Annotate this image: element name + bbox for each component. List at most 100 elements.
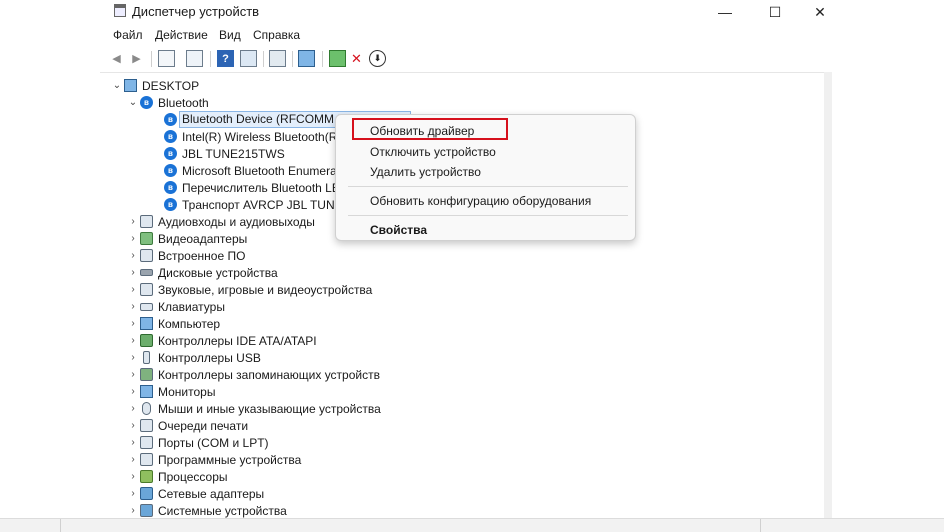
- chevron-right-icon[interactable]: ›: [126, 383, 140, 400]
- tree-item-label: Контроллеры запоминающих устройств: [158, 367, 380, 382]
- add-driver-icon[interactable]: [329, 50, 346, 67]
- menu-item-scan-hardware[interactable]: Обновить конфигурацию оборудования: [370, 194, 591, 208]
- monitor-icon[interactable]: [298, 50, 315, 67]
- chevron-right-icon[interactable]: ›: [126, 434, 140, 451]
- chevron-down-icon[interactable]: ⌄: [110, 77, 124, 94]
- tree-item-software-devices[interactable]: › Программные устройства: [126, 451, 301, 468]
- tree-item-disk-drives[interactable]: › Дисковые устройства: [126, 264, 278, 281]
- software-device-icon: [140, 453, 153, 466]
- chevron-right-icon[interactable]: ›: [126, 230, 140, 247]
- device-view-icon[interactable]: [186, 50, 203, 67]
- tree-item-ide-controllers[interactable]: › Контроллеры IDE ATA/ATAPI: [126, 332, 316, 349]
- firmware-icon: [140, 249, 153, 262]
- mouse-icon: [142, 402, 151, 415]
- tree-item-le-enumerator[interactable]: ʙ Перечислитель Bluetooth LE: [164, 179, 340, 196]
- tree-item-label: Аудиовходы и аудиовыходы: [158, 214, 315, 229]
- disk-drive-icon: [140, 269, 153, 276]
- tree-item-label: Компьютер: [158, 316, 221, 331]
- tree-item-sound-devices[interactable]: › Звуковые, игровые и видеоустройства: [126, 281, 372, 298]
- menu-help[interactable]: Справка: [253, 28, 300, 42]
- tree-item-monitors[interactable]: › Мониторы: [126, 383, 215, 400]
- title-bar: Диспетчер устройств — ☐ ✕: [0, 0, 944, 24]
- computer-icon: [140, 317, 153, 330]
- tree-item-processors[interactable]: › Процессоры: [126, 468, 228, 485]
- tree-item-label: Системные устройства: [158, 503, 287, 518]
- tree-item-computer[interactable]: › Компьютер: [126, 315, 220, 332]
- tree-item-label: Сетевые адаптеры: [158, 486, 265, 501]
- properties-icon[interactable]: [158, 50, 175, 67]
- printer-icon: [140, 419, 153, 432]
- tree-item-system-devices[interactable]: › Системные устройства: [126, 502, 287, 519]
- tree-item-audio-io[interactable]: › Аудиовходы и аудиовыходы: [126, 213, 315, 230]
- tree-item-display-adapters[interactable]: › Видеоадаптеры: [126, 230, 247, 247]
- bluetooth-icon: ʙ: [164, 113, 177, 126]
- chevron-right-icon[interactable]: ›: [126, 315, 140, 332]
- tree-item-label: Мониторы: [158, 384, 216, 399]
- chevron-right-icon[interactable]: ›: [126, 468, 140, 485]
- tree-item-label: Процессоры: [158, 469, 228, 484]
- bluetooth-icon: ʙ: [164, 164, 177, 177]
- status-divider: [60, 519, 61, 532]
- scan-hardware-icon[interactable]: [269, 50, 286, 67]
- forward-arrow-icon[interactable]: ▶: [128, 50, 145, 67]
- menu-separator: [348, 215, 628, 216]
- chevron-right-icon[interactable]: ›: [126, 485, 140, 502]
- tree-item-usb-controllers[interactable]: › Контроллеры USB: [126, 349, 261, 366]
- tree-root[interactable]: ⌄ DESKTOP: [110, 77, 199, 94]
- bluetooth-icon: ʙ: [164, 147, 177, 160]
- chevron-right-icon[interactable]: ›: [126, 298, 140, 315]
- chevron-right-icon[interactable]: ›: [126, 502, 140, 519]
- tree-item-storage-controllers[interactable]: › Контроллеры запоминающих устройств: [126, 366, 380, 383]
- tree-item-ms-enumerator[interactable]: ʙ Microsoft Bluetooth Enumerator: [164, 162, 351, 179]
- tree-item-print-queues[interactable]: › Очереди печати: [126, 417, 248, 434]
- tree-item-intel-bluetooth[interactable]: ʙ Intel(R) Wireless Bluetooth(R): [164, 128, 341, 145]
- back-arrow-icon[interactable]: ◀: [108, 50, 125, 67]
- remove-icon[interactable]: ✕: [348, 50, 365, 67]
- chevron-right-icon[interactable]: ›: [126, 281, 140, 298]
- tree-item-network-adapters[interactable]: › Сетевые адаптеры: [126, 485, 264, 502]
- toolbar: ◀ ▶ ? ✕ ⬇: [0, 48, 944, 70]
- menu-item-disable-device[interactable]: Отключить устройство: [370, 145, 496, 159]
- chevron-right-icon[interactable]: ›: [126, 247, 140, 264]
- chevron-right-icon[interactable]: ›: [126, 349, 140, 366]
- tree-item-label: Bluetooth: [158, 95, 209, 110]
- download-icon[interactable]: ⬇: [369, 50, 386, 67]
- processor-icon: [140, 470, 153, 483]
- chevron-right-icon[interactable]: ›: [126, 213, 140, 230]
- chevron-right-icon[interactable]: ›: [126, 264, 140, 281]
- bluetooth-icon: ʙ: [140, 96, 153, 109]
- menu-view[interactable]: Вид: [219, 28, 241, 42]
- tree-item-label: Звуковые, игровые и видеоустройства: [158, 282, 373, 297]
- menu-action[interactable]: Действие: [155, 28, 208, 42]
- tree-item-label: Клавиатуры: [158, 299, 225, 314]
- device-manager-icon: [114, 4, 126, 17]
- menu-item-uninstall-device[interactable]: Удалить устройство: [370, 165, 481, 179]
- menu-file[interactable]: Файл: [113, 28, 143, 42]
- chevron-right-icon[interactable]: ›: [126, 417, 140, 434]
- chevron-right-icon[interactable]: ›: [126, 366, 140, 383]
- tree-item-label: Программные устройства: [158, 452, 302, 467]
- chevron-right-icon[interactable]: ›: [126, 332, 140, 349]
- tree-item-firmware[interactable]: › Встроенное ПО: [126, 247, 245, 264]
- status-bar: [0, 518, 944, 532]
- chevron-right-icon[interactable]: ›: [126, 451, 140, 468]
- tree-item-label: Контроллеры USB: [158, 350, 261, 365]
- tree-item-label: Дисковые устройства: [158, 265, 278, 280]
- tree-item-jbl[interactable]: ʙ JBL TUNE215TWS: [164, 145, 285, 162]
- tree-item-bluetooth[interactable]: ⌄ ʙ Bluetooth: [126, 94, 209, 111]
- tree-item-label: Видеоадаптеры: [158, 231, 248, 246]
- close-button[interactable]: ✕: [797, 0, 843, 24]
- tree-item-label: Microsoft Bluetooth Enumerator: [182, 163, 351, 178]
- menu-item-properties[interactable]: Свойства: [370, 223, 427, 237]
- chevron-down-icon[interactable]: ⌄: [126, 94, 140, 111]
- tree-item-ports[interactable]: › Порты (COM и LPT): [126, 434, 268, 451]
- minimize-button[interactable]: —: [702, 0, 748, 24]
- tree-item-keyboards[interactable]: › Клавиатуры: [126, 298, 225, 315]
- toolbar-separator: [210, 51, 211, 67]
- vertical-scrollbar[interactable]: [824, 72, 832, 518]
- help-icon[interactable]: ?: [217, 50, 234, 67]
- maximize-button[interactable]: ☐: [752, 0, 798, 24]
- update-driver-icon[interactable]: [240, 50, 257, 67]
- tree-item-mice[interactable]: › Мыши и иные указывающие устройства: [126, 400, 380, 417]
- chevron-right-icon[interactable]: ›: [126, 400, 140, 417]
